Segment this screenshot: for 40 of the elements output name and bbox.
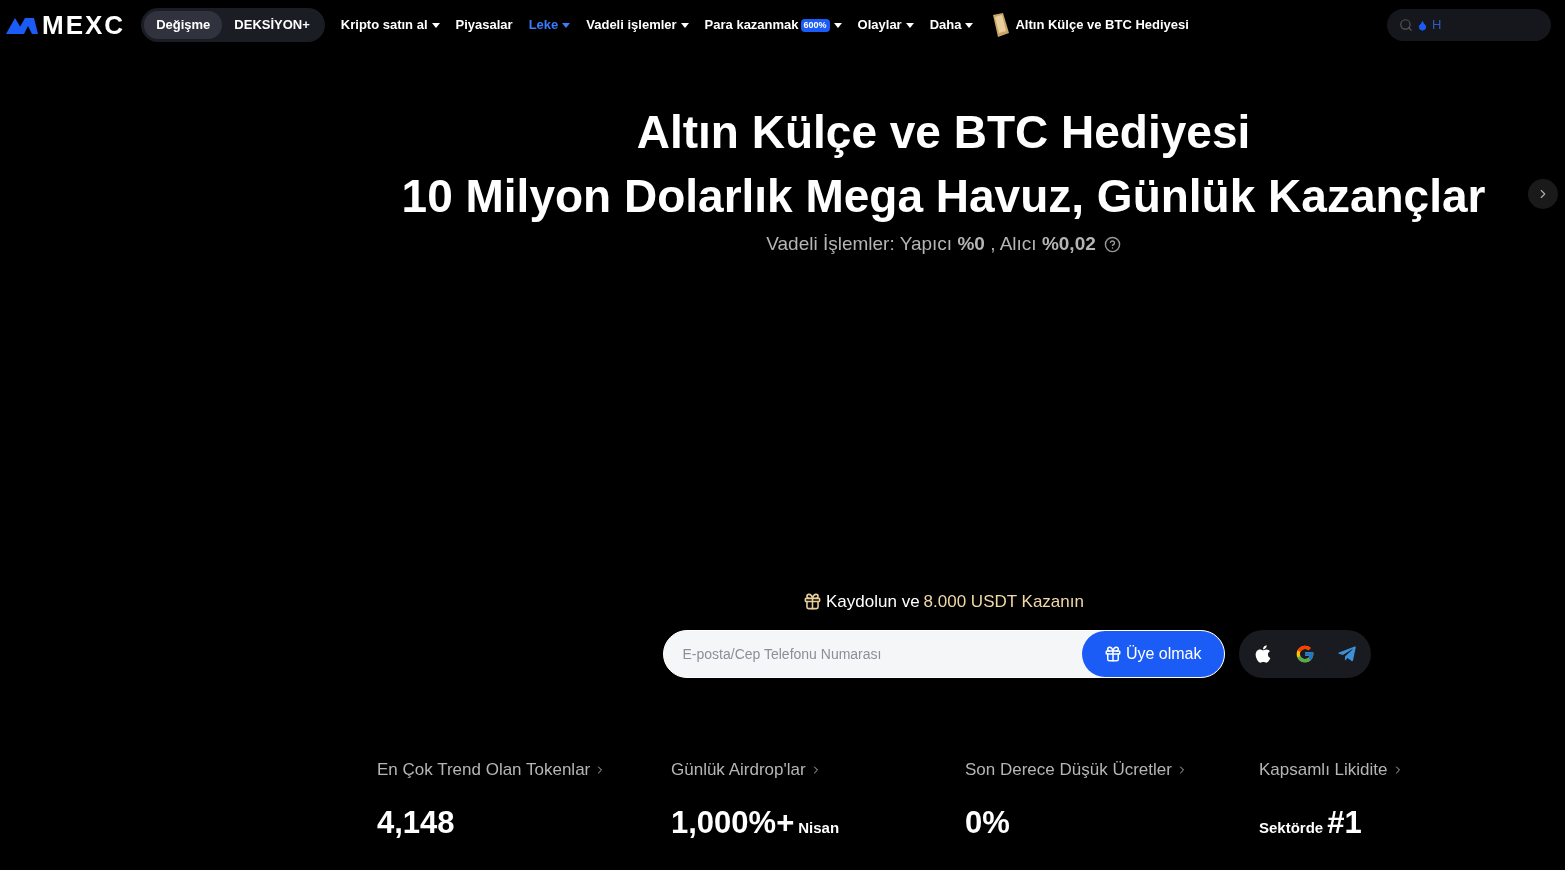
fee-text: Vadeli İşlemler: Yapıcı %0, Alıcı %0,02: [766, 232, 1096, 256]
nav-item[interactable]: Daha: [929, 15, 974, 35]
stat-label[interactable]: En Çok Trend Olan Tokenlar: [377, 757, 591, 783]
search-icon: [1399, 18, 1413, 32]
nav-item[interactable]: Olaylar: [857, 15, 914, 35]
nav-item[interactable]: Leke: [528, 15, 571, 35]
nav-item[interactable]: Piyasalar: [455, 15, 513, 35]
signup-bar[interactable]: E-posta/Cep Telefonu Numarası Üye olmak: [662, 630, 1225, 678]
search-field[interactable]: H: [1432, 15, 1532, 35]
stat-note: Sektörde: [1259, 817, 1324, 838]
stat-label[interactable]: Son Derece Düşük Ücretler: [965, 757, 1172, 783]
logo-icon: [6, 16, 38, 34]
google-icon[interactable]: [1294, 644, 1315, 664]
gift-icon: [803, 591, 823, 611]
logo[interactable]: MEXC: [42, 12, 126, 38]
nav-item[interactable]: Vadeli işlemler: [586, 15, 689, 35]
search-bar[interactable]: H: [1387, 9, 1551, 41]
telegram-icon[interactable]: [1336, 644, 1357, 664]
hero-title: Altın Külçe ve BTC Hediyesi: [636, 105, 1251, 160]
promo-highlight: 8.000 USDT Kazanın: [923, 590, 1084, 613]
stat-value: #1: [1327, 806, 1362, 838]
mode-tab[interactable]: DEKSİYON+: [222, 11, 322, 39]
mode-tab[interactable]: Değişme: [144, 11, 223, 39]
drop-icon: [1417, 19, 1428, 31]
stat-value: 1,000%+: [671, 806, 795, 838]
stat-label[interactable]: Kapsamlı Likidite: [1259, 757, 1388, 783]
promo-text: Kaydolun ve: [826, 590, 920, 613]
stat-value: 0%: [965, 806, 1010, 838]
stat-value: 4,148: [377, 806, 455, 838]
signup-button[interactable]: Üye olmak: [1081, 631, 1224, 677]
hero-title: 10 Milyon Dolarlık Mega Havuz, Günlük Kazançlar: [401, 169, 1486, 224]
nav-item[interactable]: Altın Külçe ve BTC Hediyesi: [989, 13, 1189, 37]
stat-note: Nisan: [798, 817, 840, 838]
stat-label[interactable]: Günlük Airdrop'lar: [671, 757, 806, 783]
percent-badge: 600%: [800, 18, 830, 32]
nav-item[interactable]: Para kazanmak 600%: [704, 15, 842, 35]
email-field[interactable]: E-posta/Cep Telefonu Numarası: [682, 643, 1082, 665]
nav-item[interactable]: Kripto satın al: [340, 15, 440, 35]
help-icon: [1103, 235, 1121, 253]
gift-icon: [1103, 645, 1122, 663]
